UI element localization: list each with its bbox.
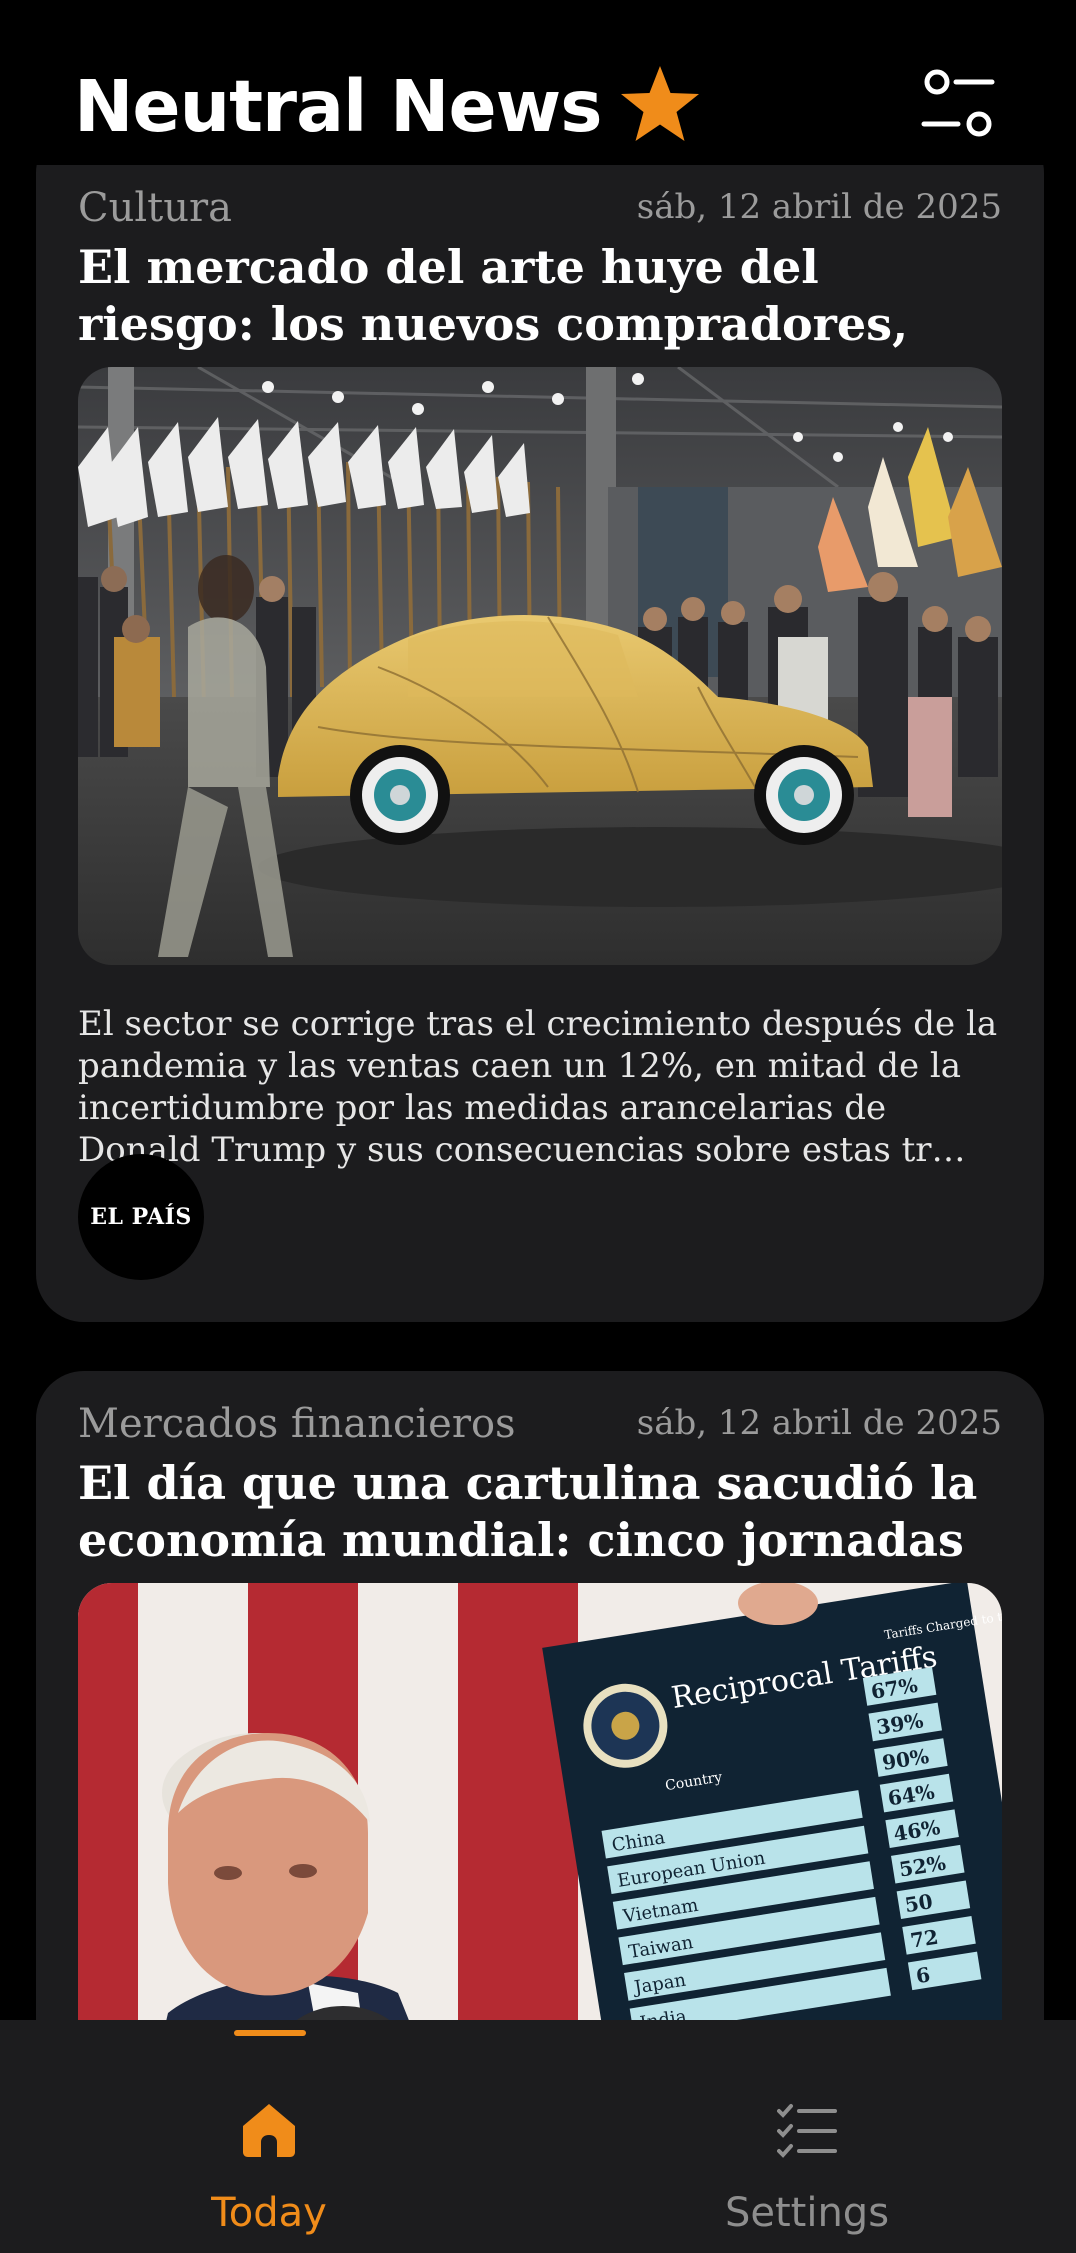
active-tab-indicator	[234, 2030, 306, 2036]
app-header: Neutral News	[0, 0, 1076, 165]
article-date: sáb, 12 abril de 2025	[636, 1403, 1002, 1443]
checklist-icon	[777, 2104, 837, 2158]
star-icon	[621, 66, 699, 141]
app-title: Neutral News	[74, 65, 602, 148]
bottom-navigation: Today Settings	[0, 2020, 1076, 2253]
home-icon	[243, 2104, 295, 2157]
article-category: Mercados financieros	[78, 1401, 516, 1447]
article-category: Cultura	[78, 185, 232, 231]
article-card[interactable]: Mercados financieros sáb, 12 abril de 20…	[36, 1371, 1044, 2020]
article-image[interactable]: Reciprocal Tariffs Country Tariffs Charg…	[78, 1583, 1002, 2020]
article-headline[interactable]: El día que una cartulina sacudió la econ…	[78, 1455, 1008, 1571]
tab-settings-label: Settings	[724, 2190, 890, 2236]
article-card[interactable]: Cultura sáb, 12 abril de 2025 El mercado…	[36, 165, 1044, 1322]
favorites-button[interactable]	[618, 64, 702, 144]
article-image[interactable]	[78, 367, 1002, 965]
board-value: 72	[909, 1925, 940, 1953]
article-headline[interactable]: El mercado del arte huye del riesgo: los…	[78, 239, 1008, 355]
source-logo[interactable]: EL PAÍS	[78, 1154, 204, 1280]
source-name: EL PAÍS	[90, 1204, 192, 1230]
tab-today-label: Today	[211, 2190, 327, 2236]
news-feed[interactable]: Cultura sáb, 12 abril de 2025 El mercado…	[0, 165, 1076, 2020]
tab-today[interactable]: Today	[0, 2020, 538, 2253]
article-summary[interactable]: El sector se corrige tras el crecimiento…	[78, 1003, 1003, 1171]
article-date: sáb, 12 abril de 2025	[636, 187, 1002, 227]
filter-sliders-icon	[921, 69, 995, 137]
tab-settings[interactable]: Settings	[538, 2020, 1076, 2253]
board-value: 50	[903, 1889, 934, 1917]
filter-button[interactable]	[918, 66, 998, 142]
